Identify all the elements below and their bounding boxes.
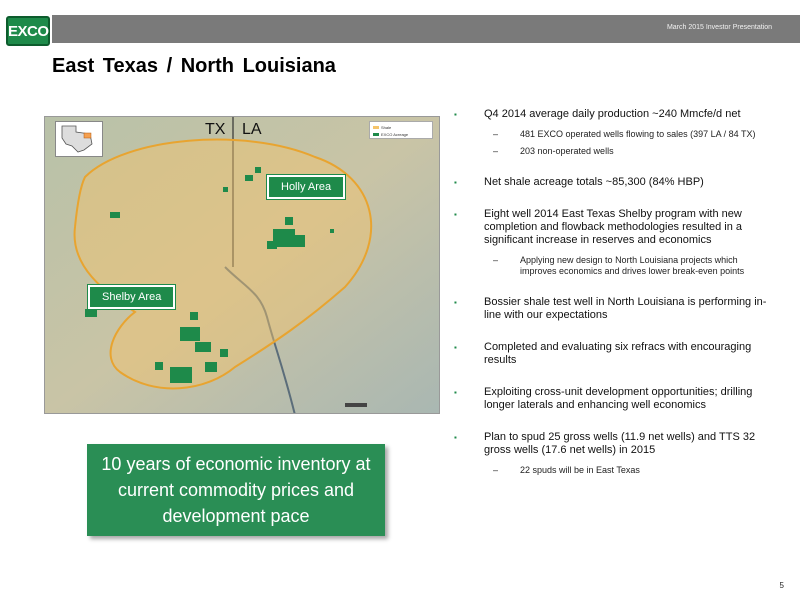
state-label-tx: TX [205, 121, 226, 138]
map-graphic [45, 117, 439, 413]
sub-text: 481 EXCO operated wells flowing to sales… [520, 129, 756, 139]
location-inset-map [55, 121, 103, 157]
legend-acreage: EXCO Acreage [373, 132, 408, 137]
legend-acreage-label: EXCO Acreage [381, 132, 409, 137]
region-map: TX LA Shale EXCO Acreage Holly Area Shel… [44, 116, 440, 414]
bullet-item: ▪ Completed and evaluating six refracs w… [452, 341, 772, 367]
bullet-marker: ▪ [454, 343, 457, 352]
bullet-item: ▪ Exploiting cross-unit development oppo… [452, 386, 772, 412]
legend-shale-swatch [373, 126, 379, 130]
bullet-item: ▪ Plan to spud 25 gross wells (11.9 net … [452, 431, 772, 476]
map-legend: Shale EXCO Acreage [369, 121, 433, 139]
inventory-callout: 10 years of economic inventory at curren… [87, 444, 385, 536]
sub-item: – 22 spuds will be in East Texas [484, 465, 772, 476]
bullet-text: Plan to spud 25 gross wells (11.9 net we… [484, 431, 756, 456]
shelby-area-label: Shelby Area [86, 284, 177, 310]
bullet-marker: ▪ [454, 298, 457, 307]
sub-text: Applying new design to North Louisiana p… [520, 255, 745, 276]
bullet-marker: ▪ [454, 178, 457, 187]
page-number: 5 [779, 581, 784, 590]
bullet-text: Exploiting cross-unit development opport… [484, 386, 753, 411]
bullet-marker: ▪ [454, 388, 457, 397]
logo-text: EXCO [8, 23, 49, 40]
bullet-text: Q4 2014 average daily production ~240 Mm… [484, 108, 741, 120]
sub-marker: – [493, 465, 499, 475]
bullet-marker: ▪ [454, 110, 457, 119]
exco-logo: EXCO [6, 16, 50, 46]
header-bar: March 2015 Investor Presentation [52, 15, 800, 43]
sub-list: – 22 spuds will be in East Texas [484, 465, 772, 476]
holly-area-label: Holly Area [265, 174, 347, 200]
bullet-text: Eight well 2014 East Texas Shelby progra… [484, 208, 743, 246]
bullet-item: ▪ Bossier shale test well in North Louis… [452, 296, 772, 322]
bullet-text: Net shale acreage totals ~85,300 (84% HB… [484, 176, 704, 188]
legend-shale-label: Shale [381, 125, 392, 130]
sub-marker: – [493, 146, 499, 156]
page-title: East Texas / North Louisiana [52, 55, 336, 77]
map-scale-bar [345, 403, 367, 407]
bullet-item: ▪ Q4 2014 average daily production ~240 … [452, 108, 772, 157]
presentation-label: March 2015 Investor Presentation [666, 24, 772, 31]
callout-text: 10 years of economic inventory at curren… [101, 454, 371, 526]
sub-item: – Applying new design to North Louisiana … [484, 255, 772, 277]
sub-text: 22 spuds will be in East Texas [520, 465, 640, 475]
legend-shale: Shale [373, 125, 391, 130]
sub-item: – 481 EXCO operated wells flowing to sale… [484, 129, 772, 140]
bullet-item: ▪ Net shale acreage totals ~85,300 (84% … [452, 176, 772, 189]
sub-item: – 203 non-operated wells [484, 146, 772, 157]
bullet-list: ▪ Q4 2014 average daily production ~240 … [452, 108, 772, 495]
bullet-marker: ▪ [454, 433, 457, 442]
sub-text: 203 non-operated wells [520, 146, 614, 156]
sub-list: – Applying new design to North Louisiana … [484, 255, 772, 277]
sub-list: – 481 EXCO operated wells flowing to sale… [484, 129, 772, 157]
legend-acreage-swatch [373, 133, 379, 137]
sub-marker: – [493, 129, 499, 139]
bullet-marker: ▪ [454, 210, 457, 219]
state-label-la: LA [242, 121, 262, 138]
bullet-text: Completed and evaluating six refracs wit… [484, 341, 752, 366]
bullet-text: Bossier shale test well in North Louisia… [484, 296, 767, 321]
sub-marker: – [493, 255, 499, 265]
bullet-item: ▪ Eight well 2014 East Texas Shelby prog… [452, 208, 772, 277]
